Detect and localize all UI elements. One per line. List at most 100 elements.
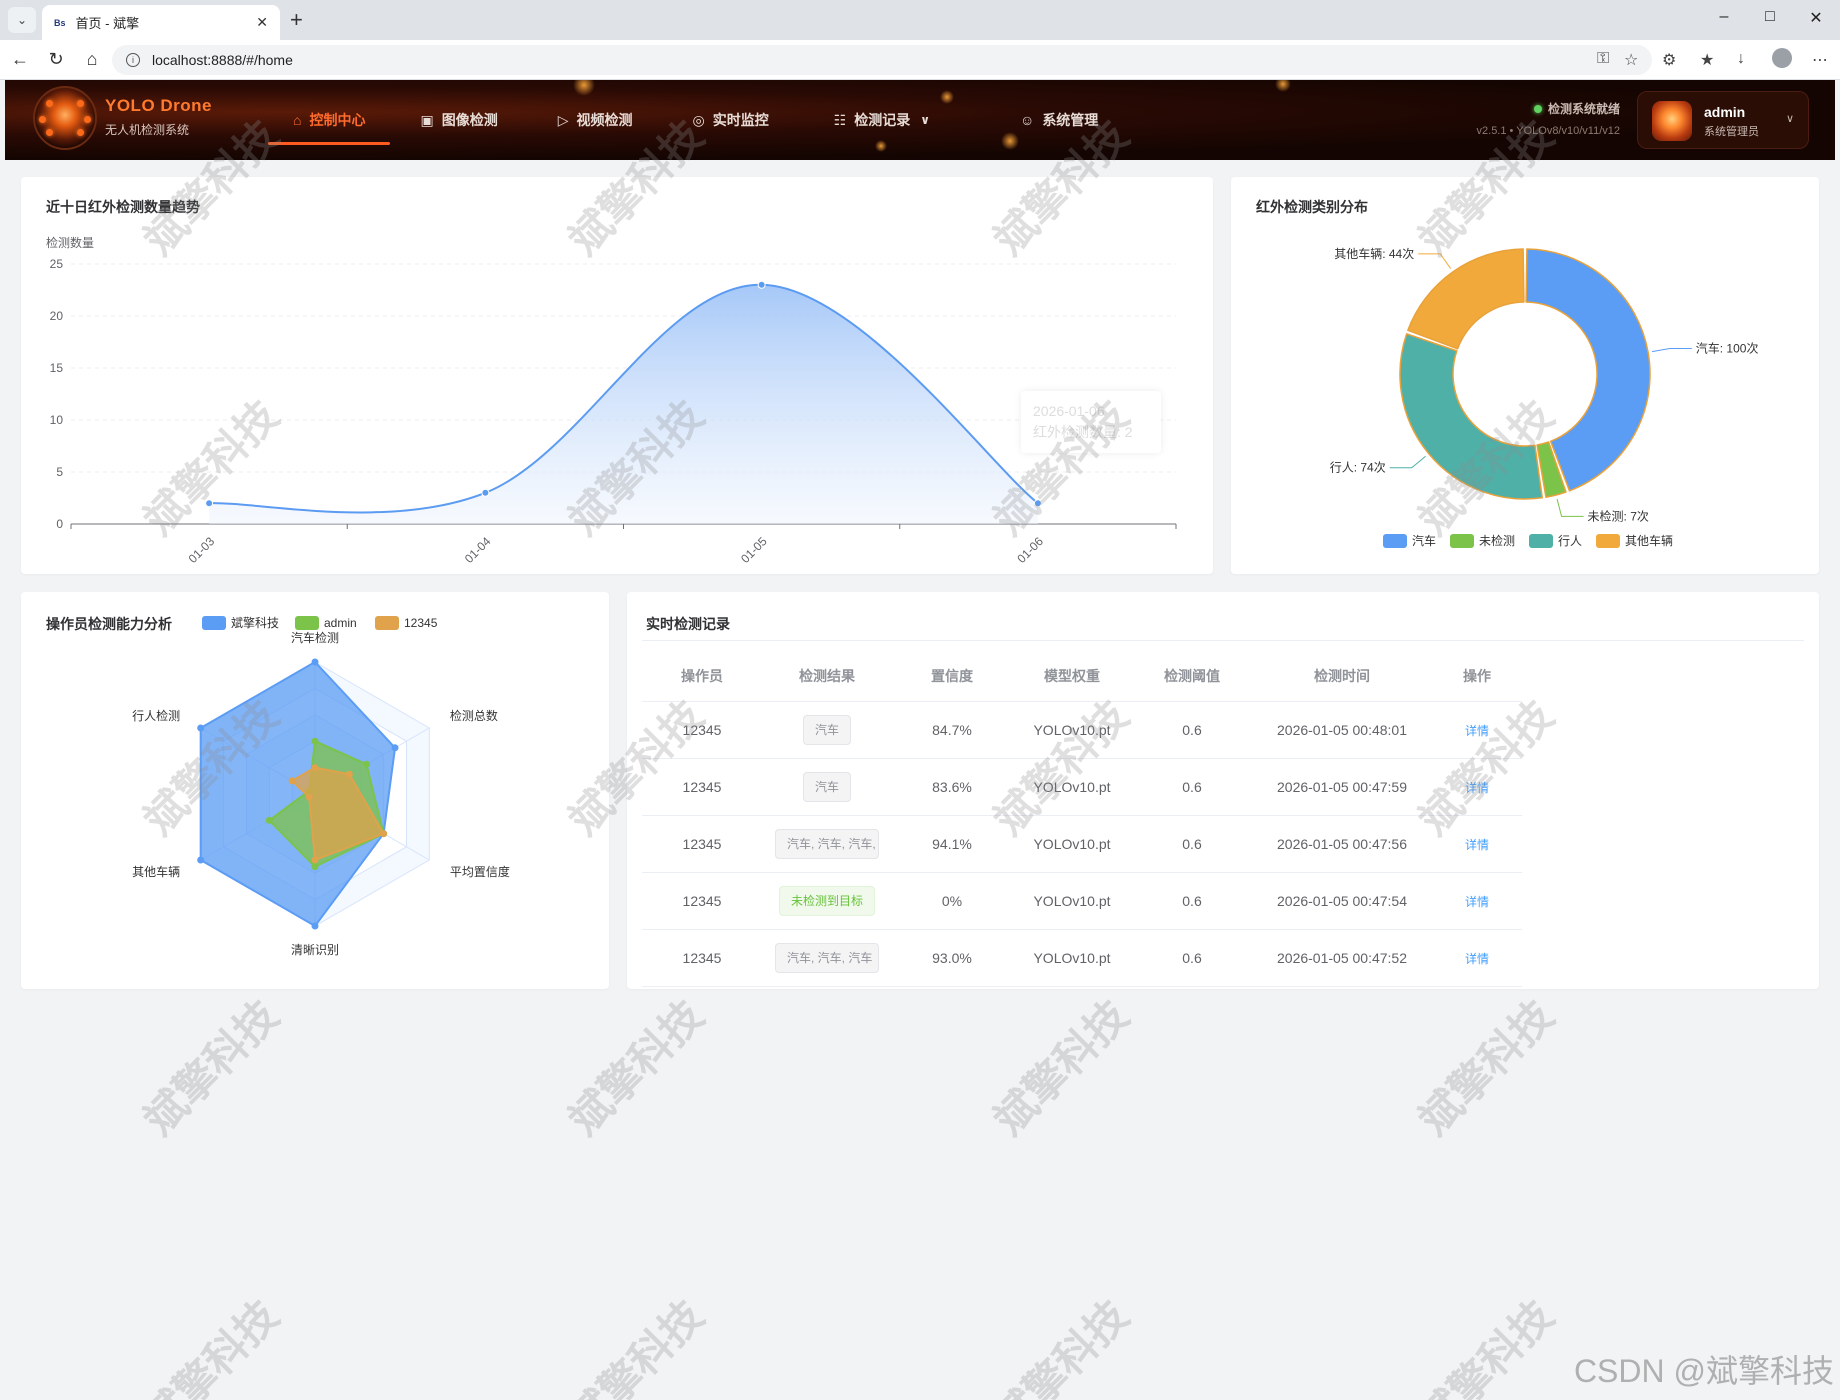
tab-list-chevron-icon[interactable]: ⌄ [8, 7, 36, 33]
records-card: 实时检测记录 操作员 检测结果 置信度 模型权重 检测阈值 检测时间 操作 12… [627, 592, 1819, 989]
profile-icon[interactable] [1772, 48, 1792, 73]
tab-title: 首页 - 斌擎 [75, 16, 140, 31]
radar-indicator-label: 行人检测 [132, 708, 180, 723]
cell-model: YOLOv10.pt [1033, 779, 1111, 795]
tab-close-icon[interactable]: ✕ [256, 14, 268, 31]
minimize-icon[interactable]: – [1704, 8, 1744, 26]
x-tick-label: 01-05 [738, 534, 770, 566]
watermark: 斌擎科技 [985, 991, 1138, 1144]
avatar [1652, 101, 1692, 141]
menu-item-image-detect[interactable]: ▣ 图像检测 [400, 80, 517, 160]
details-link[interactable]: 详情 [1465, 950, 1489, 967]
back-arrow-icon[interactable]: ← [8, 49, 32, 70]
cell-operator: 12345 [682, 779, 722, 795]
operator-radar-chart: 汽车检测检测总数平均置信度清晰识别 其他车辆 行人检测 斌擎科技 admin 12345 [132, 615, 510, 957]
image-icon: ▣ [420, 111, 434, 128]
window-close-icon[interactable]: ✕ [1796, 8, 1836, 28]
user-menu[interactable]: admin 系统管理员 ∨ [1637, 91, 1809, 149]
details-link[interactable]: 详情 [1465, 836, 1489, 853]
y-tick-label: 25 [50, 257, 64, 271]
pie-label-line [1556, 498, 1584, 517]
radar-point [265, 816, 273, 824]
radar-point [311, 922, 319, 930]
menu-item-control-center[interactable]: ⌂ 控制中心 [268, 80, 391, 160]
pie-label: 行人: 74次 [1330, 461, 1386, 475]
details-link[interactable]: 详情 [1465, 893, 1489, 910]
play-circle-icon: ▷ [557, 111, 569, 128]
col-threshold: 检测阈值 [1164, 667, 1220, 684]
legend-label: 斌擎科技 [231, 615, 279, 630]
data-point [481, 488, 490, 497]
cell-threshold: 0.6 [1182, 893, 1202, 909]
legend-label: 其他车辆 [1625, 533, 1673, 548]
app-header: YOLO Drone 无人机检测系统 ⌂ 控制中心 ▣ 图像检测 ▷ 视频检测 … [5, 80, 1835, 160]
legend-swatch [375, 616, 399, 630]
watermark: 斌擎科技 [560, 1291, 713, 1400]
trend-card: 近十日红外检测数量趋势 检测数量 0 5 10 15 20 25 01-03 01-04 01-0… [21, 177, 1213, 574]
cell-threshold: 0.6 [1182, 722, 1202, 738]
favorites-icon[interactable]: ★ [1700, 50, 1714, 70]
radar-indicator-label: 平均置信度 [450, 864, 510, 879]
records-card-title: 实时检测记录 [646, 616, 730, 632]
site-info-icon[interactable]: i [126, 53, 140, 67]
reload-icon[interactable]: ↻ [44, 49, 68, 70]
tooltip-value: 红外检测数量: 2 [1033, 424, 1133, 440]
cell-action: 详情 [1432, 759, 1522, 815]
data-point [1033, 499, 1042, 508]
details-link[interactable]: 详情 [1465, 722, 1489, 739]
maximize-icon[interactable]: □ [1750, 8, 1790, 26]
menu-item-records[interactable]: ☷ 检测记录 ∨ [814, 80, 950, 160]
pie-label: 其他车辆: 44次 [1334, 246, 1414, 261]
url-field[interactable]: i localhost:8888/#/home [112, 45, 1652, 75]
cell-time: 2026-01-05 00:47:56 [1277, 836, 1407, 852]
table-header: 操作员 检测结果 置信度 模型权重 检测阈值 检测时间 操作 [642, 650, 1522, 702]
brand: YOLO Drone 无人机检测系统 [105, 96, 212, 138]
cell-confidence: 93.0% [932, 950, 972, 966]
y-tick-label: 10 [50, 413, 64, 427]
watermark: 斌擎科技 [1410, 991, 1563, 1144]
menu-item-system-admin[interactable]: ☺ 系统管理 [1000, 80, 1118, 160]
home-icon: ⌂ [293, 112, 302, 128]
star-icon[interactable]: ☆ [1624, 50, 1638, 70]
radar-point [311, 658, 319, 666]
legend-swatch [202, 616, 226, 630]
document-icon: ☷ [833, 111, 847, 128]
y-tick-label: 0 [56, 517, 63, 531]
category-pie-chart: 汽车: 100次未检测: 7次 行人: 74次 其他车辆: 44次汽车 未检测 行人 其他… [1330, 246, 1758, 548]
extensions-icon[interactable]: ⚙ [1662, 50, 1676, 70]
key-icon[interactable]: ⚿ [1597, 50, 1609, 68]
download-icon[interactable]: ↓ [1737, 50, 1745, 68]
legend-swatch [1383, 534, 1407, 548]
camera-icon: ◎ [692, 111, 705, 128]
new-tab-plus-icon[interactable]: + [290, 8, 303, 32]
user-name: admin [1704, 104, 1746, 120]
cell-result: 汽车, 汽车, 汽车 [762, 930, 892, 986]
cell-model: YOLOv10.pt [1033, 722, 1111, 738]
table-row: 12345 汽车 84.7% YOLOv10.pt 0.6 2026-01-05 00:4… [642, 702, 1522, 759]
cell-result: 汽车, 汽车, 汽车, [762, 816, 892, 872]
browser-tab-home[interactable]: Bs 首页 - 斌擎 ✕ [42, 5, 280, 40]
data-point [757, 280, 766, 289]
legend-label: 汽车 [1412, 533, 1436, 548]
menu-item-realtime-monitor[interactable]: ◎ 实时监控 [672, 80, 788, 160]
radar-point [288, 777, 296, 785]
cell-model: YOLOv10.pt [1033, 950, 1111, 966]
pie-label-line [1418, 253, 1452, 269]
user-role: 系统管理员 [1704, 126, 1759, 138]
legend-label: admin [324, 616, 357, 630]
home-nav-icon[interactable]: ⌂ [80, 49, 104, 70]
divider [642, 640, 1804, 641]
col-action: 操作 [1463, 667, 1491, 684]
radar-indicator-label: 汽车检测 [291, 630, 339, 645]
cell-model: YOLOv10.pt [1033, 893, 1111, 909]
radar-point [345, 770, 353, 778]
radar-card: 操作员检测能力分析 汽车检测 检测总数 平均置信度 清晰识别 其他车辆 行人检测 斌擎科技 a… [21, 592, 609, 989]
cell-confidence: 0% [941, 893, 963, 909]
details-link[interactable]: 详情 [1465, 779, 1489, 796]
user-icon: ☺ [1020, 112, 1035, 128]
radar-indicator-label: 清晰识别 [291, 943, 339, 957]
more-menu-icon[interactable]: ⋯ [1812, 50, 1828, 70]
y-tick-label: 5 [56, 465, 63, 479]
menu-item-video-detect[interactable]: ▷ 视频检测 [538, 80, 653, 160]
cell-result: 汽车 [762, 759, 892, 815]
